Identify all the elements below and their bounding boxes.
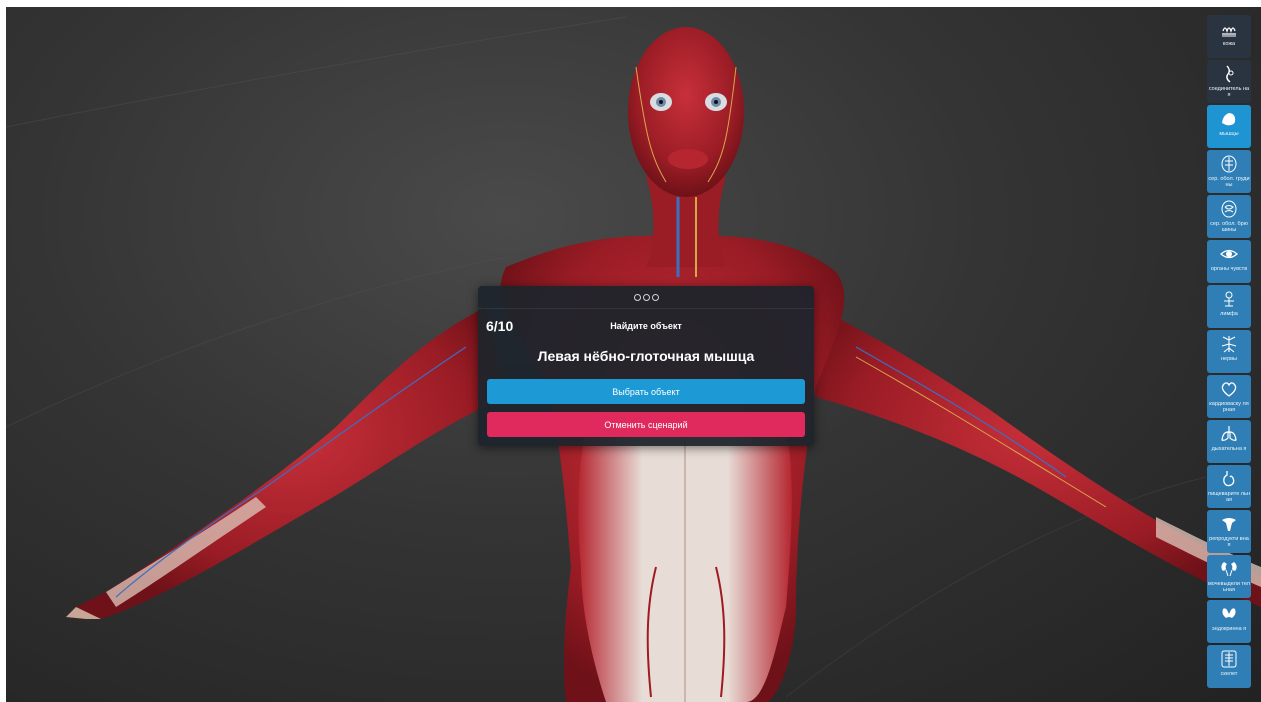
layer-sidebar: кожа соединитель ная мышцы сер. обол. гр…	[1207, 15, 1255, 699]
layer-label: эндокринна я	[1211, 626, 1247, 632]
connective-tissue-icon	[1226, 65, 1234, 83]
layer-endocrine[interactable]: эндокринна я	[1207, 600, 1251, 643]
cancel-scenario-button[interactable]: Отменить сценарий	[487, 412, 805, 437]
skeleton-icon	[1221, 650, 1237, 668]
layer-senses[interactable]: органы чувств	[1207, 240, 1251, 283]
layer-label: дыхательна я	[1211, 446, 1247, 452]
layer-reproductive[interactable]: репродукти вная	[1207, 510, 1251, 553]
kidney-icon	[1221, 562, 1237, 577]
layer-nerves[interactable]: нервы	[1207, 330, 1251, 373]
layer-label: мочевыдели тельная	[1208, 581, 1250, 593]
heart-icon	[1221, 382, 1237, 397]
layer-muscles[interactable]: мышцы	[1207, 105, 1251, 148]
layer-label: скелет	[1220, 671, 1238, 677]
chest-serous-icon	[1221, 155, 1237, 173]
target-object-name: Левая нёбно-глоточная мышца	[537, 348, 755, 364]
lymph-icon	[1224, 291, 1234, 307]
layer-label: соединитель ная	[1208, 86, 1250, 98]
layer-serous-chest[interactable]: сер. обол. грудины	[1207, 150, 1251, 193]
layer-label: лимфа	[1220, 311, 1238, 317]
layer-digestive[interactable]: пищеварите льная	[1207, 465, 1251, 508]
eye-icon	[1220, 249, 1238, 259]
layer-label: органы чувств	[1210, 266, 1248, 272]
find-object-dialog: 6/10 Найдите объект Левая нёбно-глоточна…	[478, 286, 814, 446]
drag-handle-icon	[633, 293, 659, 301]
layer-label: нервы	[1220, 356, 1238, 362]
layer-cardio[interactable]: кардиоваску лярная	[1207, 375, 1251, 418]
muscle-icon	[1222, 113, 1236, 126]
layer-urinary[interactable]: мочевыдели тельная	[1207, 555, 1251, 598]
layer-label: кардиоваску лярная	[1209, 401, 1249, 413]
layer-label: репродукти вная	[1209, 536, 1249, 548]
layer-respiratory[interactable]: дыхательна я	[1207, 420, 1251, 463]
layer-connective[interactable]: соединитель ная	[1207, 60, 1251, 103]
reproductive-icon	[1222, 518, 1236, 531]
layer-label: сер. обол. грудины	[1208, 176, 1250, 188]
stomach-icon	[1223, 471, 1235, 487]
select-object-button[interactable]: Выбрать объект	[487, 379, 805, 404]
layer-skeleton[interactable]: скелет	[1207, 645, 1251, 688]
layer-label: сер. обол. брюшины	[1210, 221, 1248, 233]
layer-label: мышцы	[1219, 131, 1239, 137]
layer-serous-abdomen[interactable]: сер. обол. брюшины	[1207, 195, 1251, 238]
skin-icon	[1222, 27, 1236, 37]
layer-lymph[interactable]: лимфа	[1207, 285, 1251, 328]
dialog-title: Найдите объект	[610, 321, 682, 331]
layer-label: кожа	[1222, 41, 1236, 47]
3d-viewport[interactable]: 6/10 Найдите объект Левая нёбно-глоточна…	[6, 7, 1261, 702]
lungs-icon	[1221, 426, 1237, 441]
layer-skin[interactable]: кожа	[1207, 15, 1251, 58]
abdomen-serous-icon	[1221, 200, 1237, 218]
thyroid-icon	[1222, 608, 1236, 618]
layer-label: пищеварите льная	[1208, 491, 1250, 503]
nerve-icon	[1221, 336, 1237, 353]
dialog-drag-handle[interactable]	[478, 286, 814, 309]
